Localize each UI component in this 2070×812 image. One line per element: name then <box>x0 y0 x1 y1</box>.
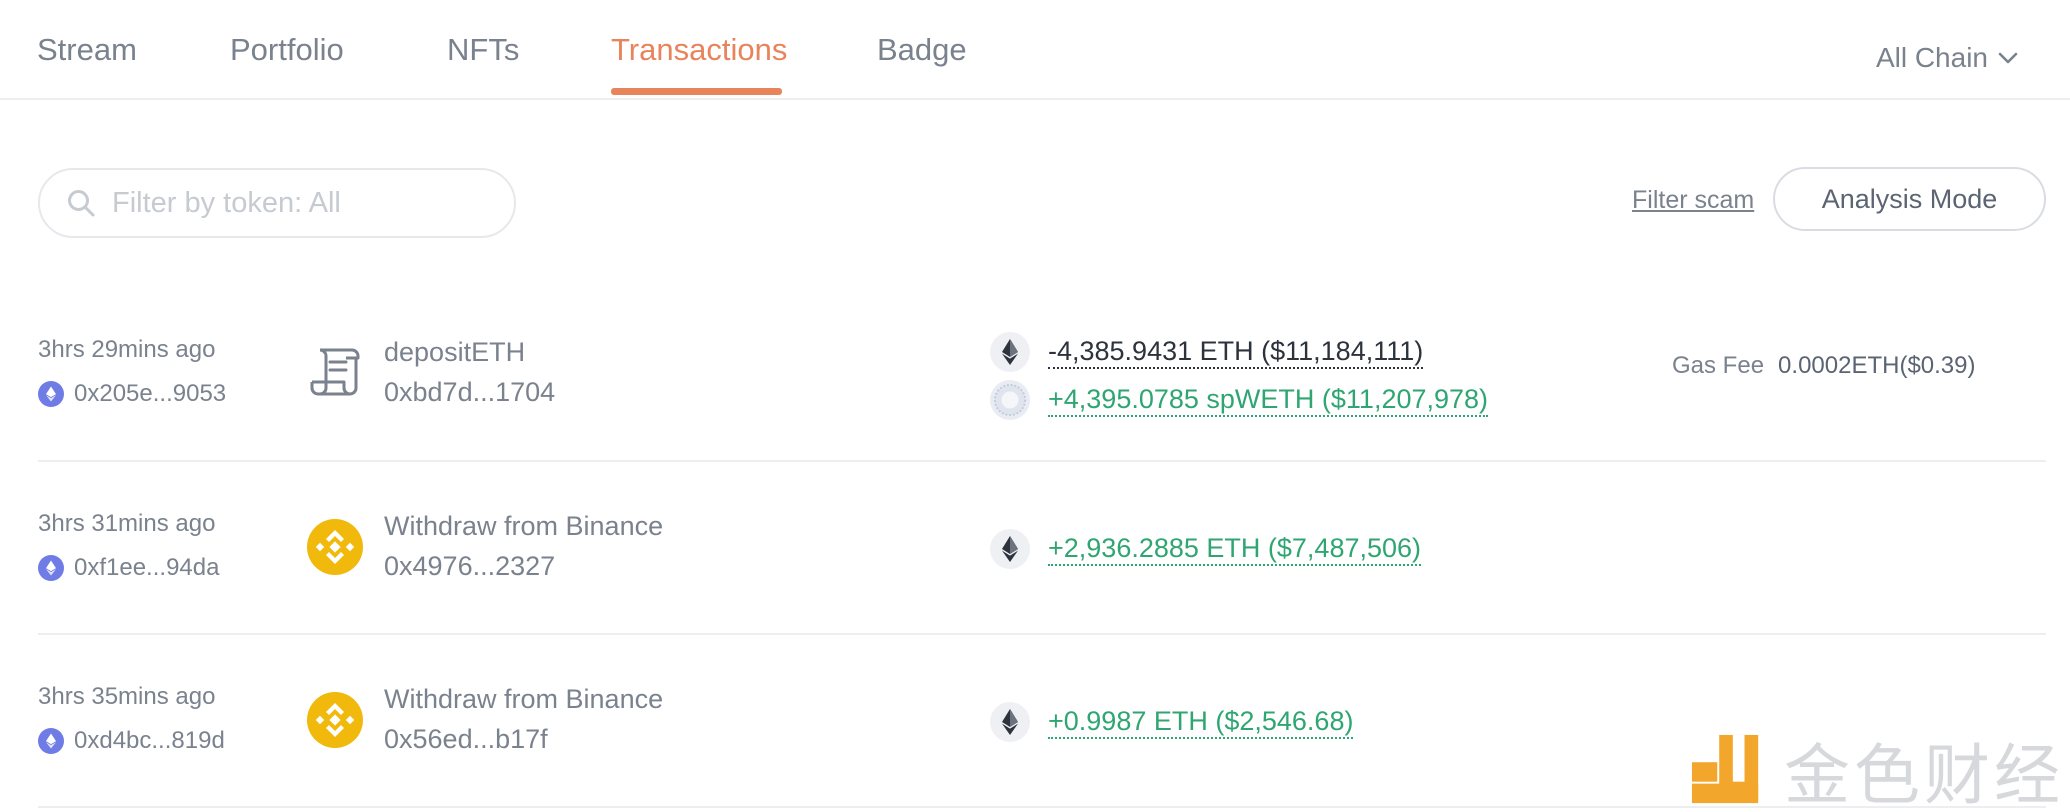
ethereum-chain-icon <box>38 555 64 581</box>
tx-address[interactable]: 0x205e...9053 <box>38 380 226 408</box>
tx-time: 3hrs 35mins ago <box>38 683 216 710</box>
tab-bar: Stream Portfolio NFTs Transactions Badge… <box>0 0 2070 100</box>
analysis-mode-button[interactable]: Analysis Mode <box>1773 167 2046 231</box>
eth-token-icon <box>990 332 1030 372</box>
token-amount-line: +4,395.0785 spWETH ($11,207,978) <box>990 380 1489 420</box>
ethereum-chain-icon <box>38 728 64 754</box>
chain-selector[interactable]: All Chain <box>1876 42 2018 74</box>
active-tab-indicator <box>611 88 782 95</box>
token-amount-line: -4,385.9431 ETH ($11,184,111) <box>990 332 1424 372</box>
tx-address[interactable]: 0xf1ee...94da <box>38 554 219 582</box>
chevron-down-icon <box>1998 52 2018 64</box>
transaction-row: 3hrs 31mins ago 0xf1ee...94da Withdraw f… <box>38 462 2046 635</box>
gas-fee-value: 0.0002ETH($0.39) <box>1778 352 1976 379</box>
tx-operation: depositETH <box>384 337 526 367</box>
binance-icon <box>307 519 363 575</box>
watermark: 金色财经 <box>1690 722 2064 812</box>
tab-nfts[interactable]: NFTs <box>447 32 519 68</box>
tab-transactions[interactable]: Transactions <box>611 32 787 68</box>
chain-selector-label: All Chain <box>1875 42 1988 73</box>
tx-address[interactable]: 0xd4bc...819d <box>38 727 225 755</box>
tx-address-text: 0xf1ee...94da <box>74 554 220 581</box>
token-amount[interactable]: +2,936.2885 ETH ($7,487,506) <box>1048 533 1422 566</box>
tx-time: 3hrs 29mins ago <box>38 336 216 363</box>
tx-address-text: 0xd4bc...819d <box>74 727 225 754</box>
gas-fee: Gas Fee 0.0002ETH($0.39) <box>1672 352 1976 380</box>
tab-portfolio[interactable]: Portfolio <box>230 32 344 68</box>
tx-address-text: 0x205e...9053 <box>74 380 227 407</box>
tab-stream[interactable]: Stream <box>37 32 137 68</box>
tx-operation-address[interactable]: 0xbd7d...1704 <box>384 377 555 408</box>
contract-scroll-icon <box>310 348 360 396</box>
tab-badge[interactable]: Badge <box>877 32 967 68</box>
spweth-token-icon <box>990 380 1030 420</box>
eth-token-icon <box>990 702 1030 742</box>
binance-icon <box>307 692 363 748</box>
watermark-logo-icon <box>1691 734 1759 804</box>
search-icon <box>68 190 95 217</box>
token-amount-line: +2,936.2885 ETH ($7,487,506) <box>990 529 1422 569</box>
transaction-row: 3hrs 29mins ago 0x205e...9053 depositETH… <box>38 300 2046 462</box>
token-amount[interactable]: +4,395.0785 spWETH ($11,207,978) <box>1048 384 1489 417</box>
token-amount[interactable]: +0.9987 ETH ($2,546.68) <box>1048 706 1354 739</box>
filter-scam-link[interactable]: Filter scam <box>1632 186 1754 215</box>
ethereum-chain-icon <box>38 381 64 407</box>
tx-time: 3hrs 31mins ago <box>38 510 216 537</box>
tx-operation: Withdraw from Binance <box>384 511 664 541</box>
tx-operation: Withdraw from Binance <box>384 684 664 714</box>
token-amount-line: +0.9987 ETH ($2,546.68) <box>990 702 1354 742</box>
token-filter[interactable] <box>38 168 516 238</box>
token-amount[interactable]: -4,385.9431 ETH ($11,184,111) <box>1048 336 1424 369</box>
tx-operation-address[interactable]: 0x56ed...b17f <box>384 724 548 755</box>
watermark-text: 金色财经 <box>1784 737 2064 812</box>
eth-token-icon <box>990 529 1030 569</box>
token-filter-input[interactable] <box>112 186 492 220</box>
tx-operation-address[interactable]: 0x4976...2327 <box>384 551 555 582</box>
gas-fee-label: Gas Fee <box>1672 352 1765 379</box>
